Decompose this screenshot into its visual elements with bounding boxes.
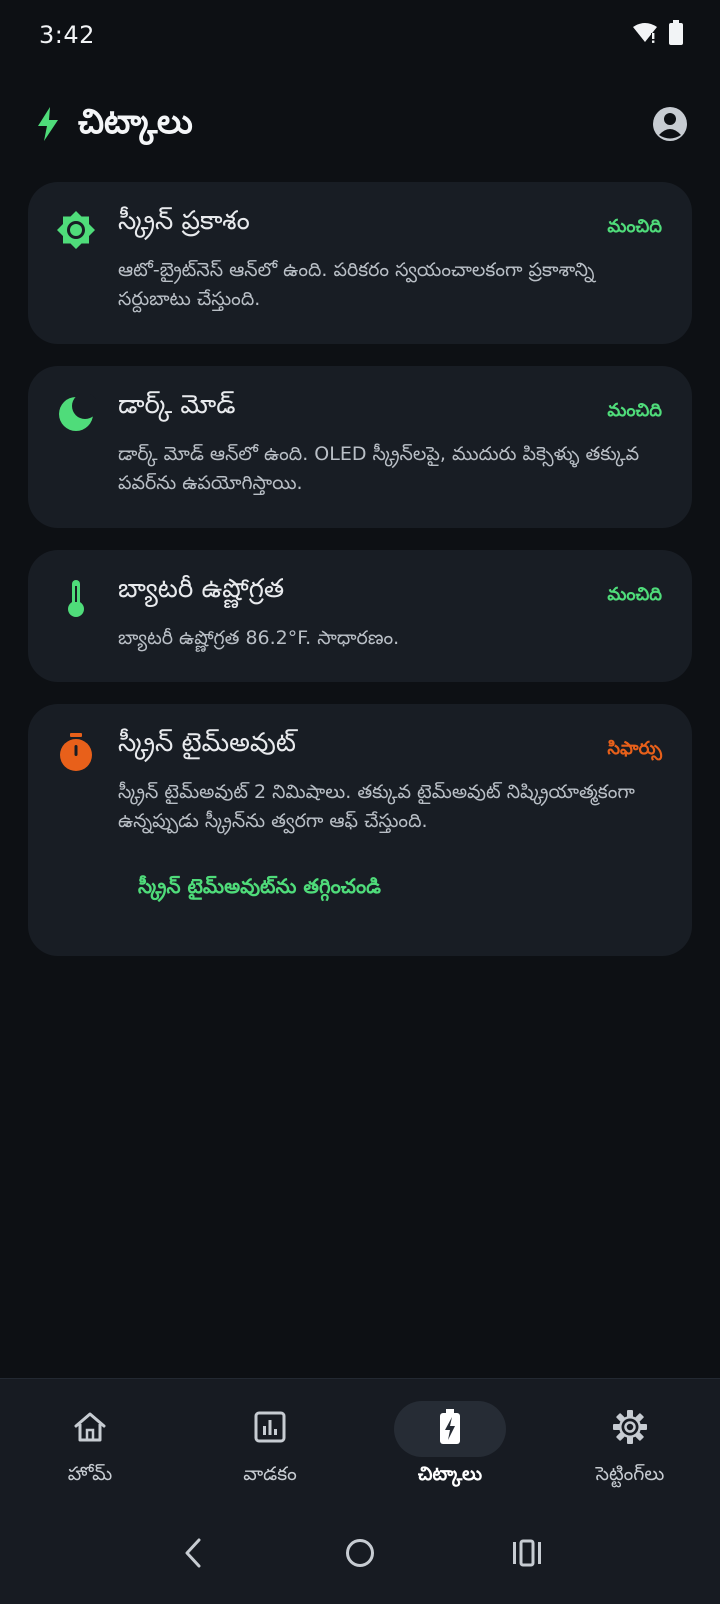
nav-item-home[interactable]: హోమ్ [15,1401,165,1490]
battery-icon [668,20,684,50]
moon-icon [56,394,96,434]
status-bar: 3:42 [0,0,720,70]
nav-label: సెట్టింగ్‌లు [595,1463,665,1485]
home-icon [73,1411,107,1447]
tip-description: స్క్రీన్ టైమ్‌అవుట్ 2 నిమిషాలు. తక్కువ ట… [118,781,635,832]
back-button[interactable] [163,1525,223,1585]
brightness-icon [56,210,96,250]
status-badge: మంచిది [607,400,662,421]
nav-label: వాడకం [243,1463,297,1485]
tip-description: డార్క్ మోడ్ ఆన్‌లో ఉంది. OLED స్క్రీన్‌ల… [118,443,640,494]
status-badge: మంచిది [607,584,662,605]
nav-item-settings[interactable]: సెట్టింగ్‌లు [555,1401,705,1490]
page-title: చిట్కాలు [78,102,193,142]
nav-icon-container [34,1401,146,1457]
account-button[interactable] [650,106,690,146]
tip-card-screen-timeout: స్క్రీన్ టైమ్‌అవుట్ సిఫార్సు స్క్రీన్ టై… [28,704,692,956]
battery-bolt-icon [439,1409,461,1449]
status-badge: సిఫార్సు [607,738,662,759]
nav-icon-container [394,1401,506,1457]
tip-title: బ్యాటరీ ఉష్ణోగ్రత [118,574,285,604]
nav-label: చిట్కాలు [417,1463,483,1485]
nav-item-usage[interactable]: వాడకం [195,1401,345,1490]
screen: 3:42 చిట్కాలు స్క్రీన్ ప్రకాశం మంచిది ఆట… [0,0,720,1604]
status-badge: మంచిది [607,216,662,237]
gear-icon [612,1409,648,1449]
home-circle-icon [344,1537,376,1573]
tip-description: బ్యాటరీ ఉష్ణోగ్రత 86.2°F. సాధారణం. [118,627,400,649]
bottom-navigation: హోమ్ వాడకం [0,1378,720,1506]
nav-item-tips[interactable]: చిట్కాలు [375,1401,525,1490]
back-icon [181,1537,205,1573]
nav-icon-container [214,1401,326,1457]
header-left: చిట్కాలు [36,102,193,150]
account-circle-icon [652,106,688,146]
tip-title: స్క్రీన్ టైమ్‌అవుట్ [118,728,296,758]
reduce-timeout-button[interactable]: స్క్రీన్ టైమ్‌అవుట్‌ను తగ్గించండి [138,874,381,903]
tip-card-brightness: స్క్రీన్ ప్రకాశం మంచిది ఆటో-బ్రైట్‌నెస్ … [28,182,692,344]
thermometer-icon [56,578,96,618]
tip-title: స్క్రీన్ ప్రకాశం [118,206,250,236]
tip-title: డార్క్ మోడ్ [118,390,236,420]
recents-button[interactable] [497,1525,557,1585]
app-header: చిట్కాలు [0,92,720,160]
tip-card-battery-temperature: బ్యాటరీ ఉష్ణోగ్రత మంచిది బ్యాటరీ ఉష్ణోగ్… [28,550,692,682]
tip-card-dark-mode: డార్క్ మోడ్ మంచిది డార్క్ మోడ్ ఆన్‌లో ఉం… [28,366,692,528]
recents-icon [511,1539,543,1571]
wifi-icon [632,22,658,48]
nav-icon-container [574,1401,686,1457]
nav-label: హోమ్ [67,1463,113,1485]
bolt-icon [36,107,60,145]
home-button[interactable] [330,1525,390,1585]
bar-chart-icon [254,1411,286,1447]
status-time: 3:42 [39,21,95,49]
status-icons [632,20,684,50]
timer-icon [56,732,96,772]
system-navigation [0,1506,720,1604]
tip-description: ఆటో-బ్రైట్‌నెస్ ఆన్‌లో ఉంది. పరికరం స్వయ… [118,259,595,310]
